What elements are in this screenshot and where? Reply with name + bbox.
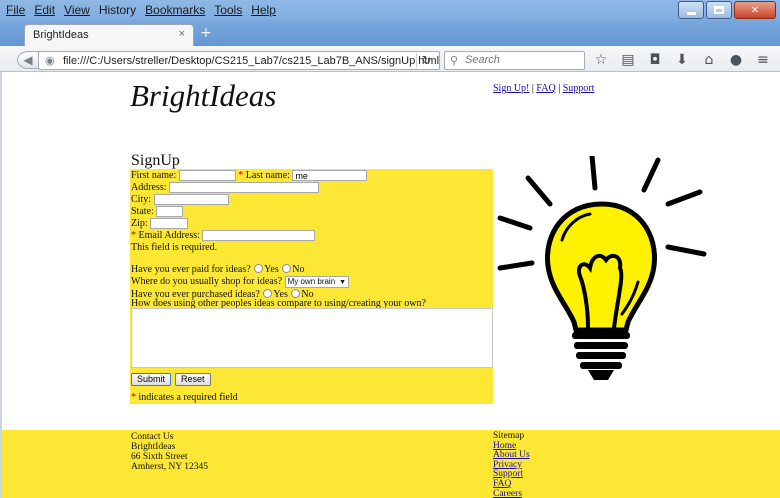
downloads-icon[interactable]: ⬇	[675, 52, 689, 68]
search-input[interactable]	[465, 54, 580, 66]
signup-heading: SignUp	[131, 152, 180, 169]
email-field[interactable]	[202, 230, 316, 241]
new-tab-button[interactable]: +	[200, 25, 212, 41]
email-error: This field is required.	[131, 242, 218, 253]
page-content: BrightIdeas Sign Up! | FAQ | Support Sig…	[0, 72, 780, 498]
tab-close-icon[interactable]: ×	[179, 28, 185, 40]
compare-textarea[interactable]	[131, 308, 493, 368]
chevron-down-icon: ▼	[339, 279, 347, 286]
minimize-button[interactable]	[678, 1, 704, 19]
contact-street: 66 Sixth Street	[131, 452, 188, 462]
purchased-no-radio[interactable]	[291, 289, 301, 298]
paid-yes-radio[interactable]	[254, 264, 264, 273]
search-icon: ⚲	[450, 54, 459, 67]
zip-field[interactable]	[150, 218, 189, 229]
link-separator: |	[558, 83, 561, 94]
menu-file[interactable]: File	[6, 3, 25, 19]
menu-view[interactable]: View	[64, 3, 90, 19]
first-name-field[interactable]	[178, 170, 236, 181]
address-field[interactable]	[169, 182, 320, 193]
maximize-icon	[714, 6, 724, 14]
back-button[interactable]: ◀	[17, 51, 39, 69]
search-box[interactable]: ⚲	[444, 51, 585, 70]
home-icon[interactable]: ⌂	[702, 52, 716, 68]
minimize-icon	[686, 11, 696, 15]
last-name-field[interactable]	[292, 170, 368, 181]
required-mark: *	[131, 230, 136, 241]
state-row: State:	[131, 206, 184, 218]
required-note-text: indicates a required field	[138, 392, 238, 403]
contact-company: BrightIdeas	[131, 442, 176, 452]
toolbar-icons: ☆ ▤ ◘ ⬇ ⌂ ● ≡	[594, 52, 770, 68]
menu-edit[interactable]: Edit	[34, 3, 55, 19]
menu-icon[interactable]: ≡	[756, 52, 770, 68]
paid-row: Have you ever paid for ideas? Yes No	[131, 264, 304, 276]
paid-question: Have you ever paid for ideas?	[131, 264, 251, 275]
reset-button[interactable]: Reset	[175, 373, 211, 386]
yes-label: Yes	[264, 264, 279, 275]
lightbulb-icon	[497, 156, 707, 380]
site-info-icon[interactable]: ◉	[45, 54, 55, 67]
bookmark-star-icon[interactable]: ☆	[594, 52, 608, 68]
zip-row: Zip:	[131, 218, 189, 230]
no-label: No	[292, 264, 305, 275]
window-controls: ✕	[678, 1, 776, 19]
required-mark: *	[238, 170, 244, 181]
footer-sitemap: Sitemap Home About Us Privacy Support FA…	[493, 431, 530, 498]
maximize-button[interactable]	[706, 1, 732, 19]
reading-list-icon[interactable]: ▤	[621, 52, 635, 68]
top-links: Sign Up! | FAQ | Support	[493, 83, 594, 94]
address-row: Address:	[131, 182, 320, 194]
signup-link[interactable]: Sign Up!	[493, 83, 529, 94]
back-arrow-icon: ◀	[23, 53, 33, 67]
zip-label: Zip:	[131, 218, 148, 229]
state-field[interactable]	[156, 206, 184, 217]
chat-icon[interactable]: ●	[729, 52, 743, 68]
menu-history[interactable]: History	[99, 3, 136, 19]
contact-city: Amherst, NY 12345	[131, 462, 208, 472]
shop-row: Where do you usually shop for ideas? My …	[131, 276, 350, 288]
footer-contact: Contact Us BrightIdeas 66 Sixth Street A…	[131, 432, 208, 472]
window-left-border	[0, 72, 2, 498]
required-mark: *	[131, 392, 136, 403]
pocket-icon[interactable]: ◘	[648, 52, 662, 68]
address-label: Address:	[131, 182, 167, 193]
shop-select[interactable]: My own brain ▼	[284, 276, 350, 288]
email-label: Email Address:	[138, 230, 200, 241]
menu-help[interactable]: Help	[251, 3, 276, 19]
reload-icon[interactable]: ↻	[416, 53, 436, 68]
required-note: * indicates a required field	[131, 392, 238, 403]
contact-heading: Contact Us	[131, 432, 174, 442]
email-row: * Email Address:	[131, 230, 316, 242]
shop-selected-value: My own brain	[287, 277, 336, 286]
paid-no-radio[interactable]	[282, 264, 292, 273]
link-separator: |	[531, 83, 534, 94]
faq-link[interactable]: FAQ	[536, 83, 555, 94]
close-window-button[interactable]: ✕	[734, 1, 776, 19]
footer: Contact Us BrightIdeas 66 Sixth Street A…	[0, 430, 780, 498]
form-actions: Submit Reset * indicates a required fiel…	[130, 368, 493, 404]
close-icon: ✕	[750, 4, 760, 16]
url-text[interactable]: file:///C:/Users/streller/Desktop/CS215_…	[63, 55, 439, 67]
shop-question: Where do you usually shop for ideas?	[131, 276, 283, 287]
city-field[interactable]	[153, 194, 229, 205]
support-link[interactable]: Support	[563, 83, 595, 94]
address-bar[interactable]: ◉ file:///C:/Users/streller/Desktop/CS21…	[38, 51, 440, 70]
sitemap-careers-link[interactable]: Careers	[493, 489, 530, 498]
state-label: State:	[131, 206, 154, 217]
first-name-label: First name:	[131, 170, 177, 181]
city-label: City:	[131, 194, 152, 205]
purchased-yes-radio[interactable]	[263, 289, 273, 298]
site-logo: BrightIdeas	[130, 78, 277, 113]
tab-title: BrightIdeas	[33, 29, 89, 41]
menu-bar: File Edit View History Bookmarks Tools H…	[6, 3, 276, 19]
last-name-label: Last name:	[245, 170, 290, 181]
name-row: First name: * Last name:	[131, 170, 368, 182]
tab-brightideas[interactable]: BrightIdeas ×	[24, 24, 194, 46]
city-row: City:	[131, 194, 229, 206]
menu-tools[interactable]: Tools	[214, 3, 242, 19]
menu-bookmarks[interactable]: Bookmarks	[145, 3, 205, 19]
submit-button[interactable]: Submit	[131, 373, 172, 386]
